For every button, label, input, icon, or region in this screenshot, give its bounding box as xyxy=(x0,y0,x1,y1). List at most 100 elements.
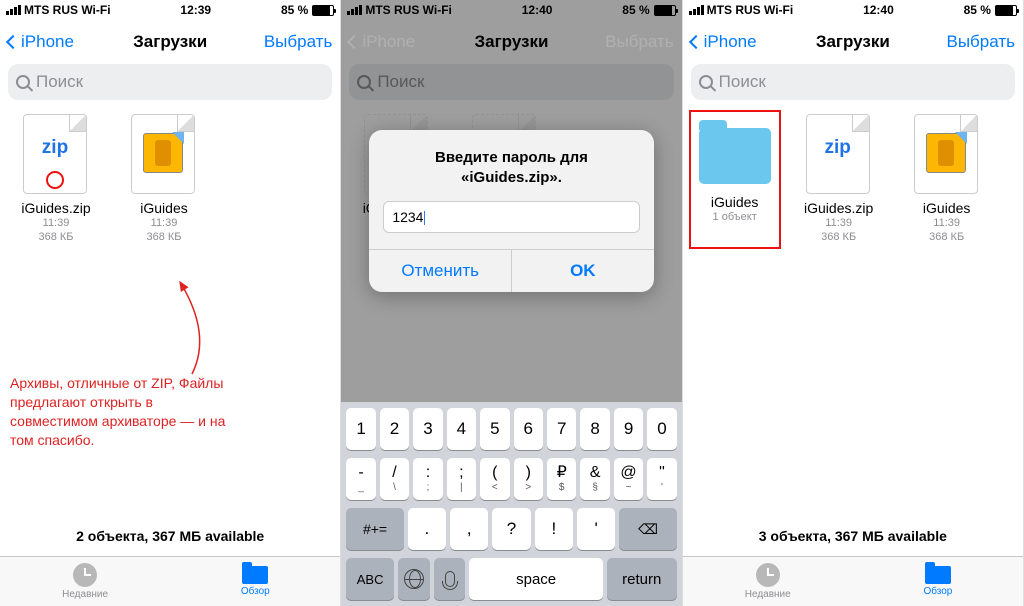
tab-bar: Недавние Обзор xyxy=(683,556,1023,606)
status-time: 12:40 xyxy=(863,3,894,17)
loading-ring-icon xyxy=(46,171,64,189)
back-button[interactable]: iPhone xyxy=(8,32,74,52)
nav-bar: iPhone Загрузки Выбрать xyxy=(683,20,1023,64)
select-button[interactable]: Выбрать xyxy=(264,32,332,52)
select-button[interactable]: Выбрать xyxy=(947,32,1015,52)
tab-recent[interactable]: Недавние xyxy=(0,557,170,606)
file-meta: 1 объект xyxy=(691,211,779,225)
keyboard-row-4: ABC space return xyxy=(344,558,678,600)
key-return[interactable]: return xyxy=(607,558,677,600)
status-time: 12:39 xyxy=(180,3,211,17)
key-globe[interactable] xyxy=(398,558,430,600)
key-switch-symbols[interactable]: #+= xyxy=(346,508,403,550)
search-icon xyxy=(699,75,713,89)
key-sym[interactable]: ;| xyxy=(447,458,476,500)
key-sym[interactable]: :; xyxy=(413,458,442,500)
password-field[interactable]: 1234 xyxy=(383,201,639,233)
key-sym[interactable]: )> xyxy=(514,458,543,500)
key-6[interactable]: 6 xyxy=(514,408,543,450)
archive-app-icon xyxy=(143,133,183,173)
file-item[interactable]: iGuides 11:39 368 КБ xyxy=(118,114,210,245)
file-item[interactable]: zip iGuides.zip 11:39 368 КБ xyxy=(10,114,102,245)
password-alert: Введите пароль для «iGuides.zip». 1234 О… xyxy=(369,130,653,292)
annotation-text: Архивы, отличные от ZIP, Файлы предлагаю… xyxy=(10,374,230,450)
screen-3-extracted: MTS RUS Wi-Fi 12:40 85 % iPhone Загрузки… xyxy=(683,0,1024,606)
key-7[interactable]: 7 xyxy=(547,408,576,450)
keyboard-row-3: #+= . , ? ! ' ⌫ xyxy=(344,508,678,550)
key-sym[interactable]: -_ xyxy=(346,458,375,500)
file-item[interactable]: zip iGuides.zip 11:39 368 КБ xyxy=(793,114,885,245)
key-3[interactable]: 3 xyxy=(413,408,442,450)
key-2[interactable]: 2 xyxy=(380,408,409,450)
key-sym[interactable]: &§ xyxy=(580,458,609,500)
key-punct[interactable]: . xyxy=(408,508,446,550)
file-time: 11:39 xyxy=(118,217,210,231)
cancel-button[interactable]: Отменить xyxy=(369,250,512,292)
status-bar: MTS RUS Wi-Fi 12:40 85 % xyxy=(683,0,1023,20)
clock-icon xyxy=(756,563,780,587)
archive-app-icon xyxy=(926,133,966,173)
key-0[interactable]: 0 xyxy=(647,408,676,450)
file-size: 368 КБ xyxy=(118,231,210,245)
footer-summary: 3 объекта, 367 МБ available xyxy=(683,516,1023,556)
battery-percent: 85 % xyxy=(281,3,308,17)
key-abc[interactable]: ABC xyxy=(346,558,394,600)
file-name: iGuides xyxy=(691,194,779,210)
key-backspace[interactable]: ⌫ xyxy=(619,508,676,550)
key-sym[interactable]: (< xyxy=(480,458,509,500)
signal-icon xyxy=(6,5,21,15)
file-time: 11:39 xyxy=(10,217,102,231)
key-4[interactable]: 4 xyxy=(447,408,476,450)
key-5[interactable]: 5 xyxy=(480,408,509,450)
search-input[interactable]: Поиск xyxy=(691,64,1015,100)
carrier-label: MTS RUS Wi-Fi xyxy=(707,3,794,17)
battery-icon xyxy=(312,5,334,16)
tab-bar: Недавние Обзор xyxy=(0,556,340,606)
globe-icon xyxy=(404,569,424,589)
back-button: iPhone xyxy=(349,32,415,52)
key-sym[interactable]: @~ xyxy=(614,458,643,500)
chevron-left-icon xyxy=(6,35,20,49)
file-name: iGuides.zip xyxy=(10,200,102,216)
keyboard-row-1: 1 2 3 4 5 6 7 8 9 0 xyxy=(344,408,678,450)
tab-browse[interactable]: Обзор xyxy=(170,557,340,606)
file-name: iGuides xyxy=(118,200,210,216)
battery-icon xyxy=(995,5,1017,16)
key-8[interactable]: 8 xyxy=(580,408,609,450)
footer-summary: 2 объекта, 367 МБ available xyxy=(0,516,340,556)
file-name: iGuides xyxy=(901,200,993,216)
key-punct[interactable]: , xyxy=(450,508,488,550)
chevron-left-icon xyxy=(347,35,361,49)
key-9[interactable]: 9 xyxy=(614,408,643,450)
screen-2-password-alert: MTS RUS Wi-Fi 12:40 85 % iPhone Загрузки… xyxy=(341,0,682,606)
tab-browse[interactable]: Обзор xyxy=(853,557,1023,606)
carrier-label: MTS RUS Wi-Fi xyxy=(24,3,111,17)
search-placeholder: Поиск xyxy=(36,72,83,92)
mic-icon xyxy=(445,571,455,587)
tab-recent[interactable]: Недавние xyxy=(683,557,853,606)
select-button: Выбрать xyxy=(605,32,673,52)
key-sym[interactable]: /\ xyxy=(380,458,409,500)
key-punct[interactable]: ? xyxy=(492,508,530,550)
status-bar: MTS RUS Wi-Fi 12:39 85 % xyxy=(0,0,340,20)
folder-thumb-icon xyxy=(699,128,771,184)
file-item-highlighted[interactable]: iGuides 1 объект xyxy=(689,110,781,249)
key-punct[interactable]: ' xyxy=(577,508,615,550)
key-mic[interactable] xyxy=(434,558,466,600)
key-1[interactable]: 1 xyxy=(346,408,375,450)
file-name: iGuides.zip xyxy=(793,200,885,216)
back-button[interactable]: iPhone xyxy=(691,32,757,52)
key-sym[interactable]: ₽$ xyxy=(547,458,576,500)
file-grid: zip iGuides.zip 11:39 368 КБ iGuides 11:… xyxy=(0,106,340,516)
ok-button[interactable]: OK xyxy=(512,250,654,292)
file-size: 368 КБ xyxy=(793,231,885,245)
key-sym[interactable]: "' xyxy=(647,458,676,500)
keyboard: 1 2 3 4 5 6 7 8 9 0 -_ /\ :; ;| (< )> ₽$… xyxy=(341,402,681,606)
key-punct[interactable]: ! xyxy=(535,508,573,550)
search-icon xyxy=(16,75,30,89)
signal-icon xyxy=(689,5,704,15)
key-space[interactable]: space xyxy=(469,558,602,600)
text-cursor-icon xyxy=(424,211,425,225)
file-item[interactable]: iGuides 11:39 368 КБ xyxy=(901,114,993,245)
search-input[interactable]: Поиск xyxy=(8,64,332,100)
